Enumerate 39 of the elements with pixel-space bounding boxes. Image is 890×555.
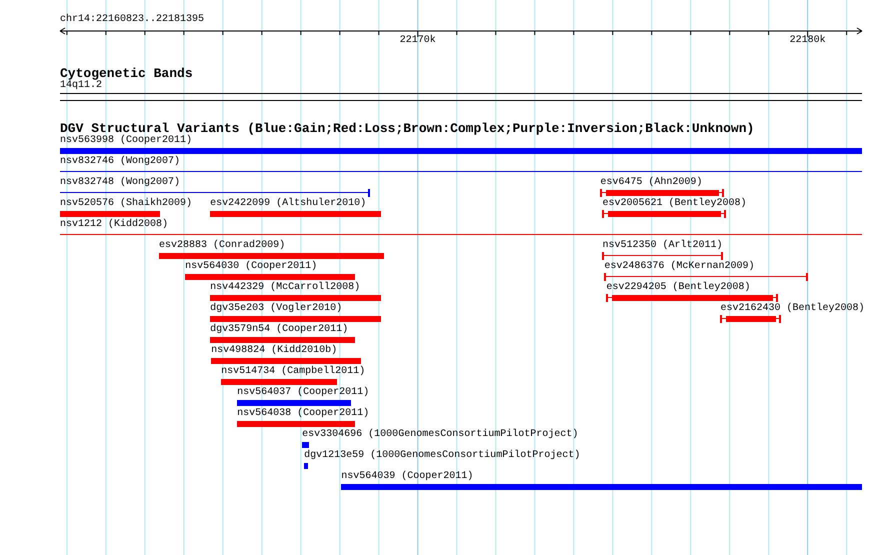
variant-label[interactable]: nsv564037 (Cooper2011): [237, 387, 370, 399]
variant-label[interactable]: nsv564038 (Cooper2011): [237, 408, 370, 420]
variant-label[interactable]: dgv35e203 (Vogler2010): [210, 303, 342, 315]
variant-label[interactable]: nsv1212 (Kidd2008): [60, 219, 168, 231]
track-title: Cytogenetic Bands: [60, 67, 193, 80]
variant-bar[interactable]: [602, 210, 726, 218]
variant-label[interactable]: dgv1213e59 (1000GenomesConsortiumPilotProject): [304, 450, 580, 462]
variant-label[interactable]: esv3304696 (1000GenomesConsortiumPilotProject): [302, 429, 578, 441]
variant-label[interactable]: nsv563998 (Cooper2011): [60, 135, 192, 147]
tick-label: 22180k: [788, 35, 827, 47]
variant-label[interactable]: nsv564030 (Cooper2011): [185, 261, 318, 273]
variant-label[interactable]: nsv832748 (Wong2007): [60, 177, 180, 189]
variant-bar[interactable]: [606, 294, 778, 302]
variant-bar[interactable]: [602, 252, 722, 260]
variant-label[interactable]: esv2005621 (Bentley2008): [602, 198, 746, 210]
variant-label[interactable]: nsv514734 (Campbell2011): [221, 366, 366, 378]
variant-label[interactable]: esv2162430 (Bentley2008): [720, 303, 865, 315]
variant-label[interactable]: nsv442329 (McCarroll2008): [210, 282, 360, 294]
variant-label[interactable]: nsv832746 (Wong2007): [60, 156, 180, 168]
track-title: DGV Structural Variants (Blue:Gain;Red:Loss;Brown:Complex;Purple:Inversion;Black:Unknown): [60, 122, 754, 135]
variant-bar[interactable]: [60, 189, 370, 197]
variant-label[interactable]: dgv3579n54 (Cooper2011): [210, 324, 348, 336]
variant-label[interactable]: esv2422099 (Altshuler2010): [210, 198, 366, 210]
variant-bar[interactable]: [600, 189, 724, 197]
variant-label[interactable]: esv6475 (Ahn2009): [600, 177, 702, 189]
variant-label[interactable]: nsv512350 (Arlt2011): [602, 240, 722, 252]
range-label: chr14:22160823..22181395: [60, 12, 204, 26]
variant-label[interactable]: esv2294205 (Bentley2008): [606, 282, 750, 294]
variant-bar[interactable]: [604, 273, 808, 281]
variant-label[interactable]: nsv520576 (Shaikh2009): [60, 198, 192, 210]
variant-label[interactable]: esv28883 (Conrad2009): [159, 240, 286, 252]
variant-label[interactable]: esv2486376 (McKernan2009): [604, 261, 754, 273]
variant-bar[interactable]: [302, 442, 310, 448]
variant-label[interactable]: nsv498824 (Kidd2010b): [211, 345, 338, 357]
variant-bar[interactable]: [720, 315, 781, 323]
variant-bar[interactable]: [304, 463, 308, 469]
tick-label: 22170k: [398, 35, 437, 47]
variant-label[interactable]: nsv564039 (Cooper2011): [341, 471, 474, 483]
band-label: 14q11.2: [60, 80, 102, 92]
